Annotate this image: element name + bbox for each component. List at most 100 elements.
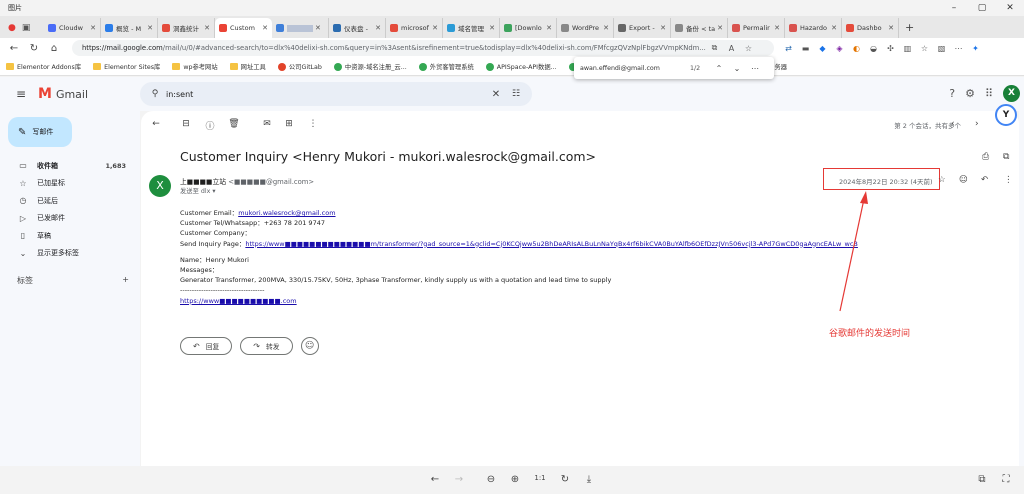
main-menu-icon[interactable]: ≡: [16, 87, 26, 101]
help-icon[interactable]: ?: [949, 87, 955, 100]
sidebar-item[interactable]: ▷ 已发邮件: [0, 210, 140, 228]
extension-icon[interactable]: ▬: [797, 44, 814, 53]
browser-tab[interactable]: 备份 < ta ✕: [671, 18, 728, 38]
close-tab-icon[interactable]: ✕: [375, 24, 381, 32]
tab-favicon-icon: [789, 24, 797, 32]
bookmark-item[interactable]: 网址工具: [229, 62, 266, 71]
close-tab-icon[interactable]: ✕: [603, 24, 609, 32]
browser-tab[interactable]: [Downlo ✕: [500, 18, 557, 38]
add-label-icon[interactable]: +: [122, 275, 129, 286]
close-tab-icon[interactable]: ✕: [147, 24, 153, 32]
rotate-icon[interactable]: ↻: [557, 474, 573, 485]
copilot-icon[interactable]: ✦: [967, 44, 984, 53]
back-icon[interactable]: ←: [4, 43, 24, 54]
bookmark-item[interactable]: Elementor Sites库: [93, 62, 160, 71]
more-icon[interactable]: ⋯: [950, 44, 967, 53]
extension-icon[interactable]: ◐: [848, 44, 865, 53]
home-icon[interactable]: ⌂: [44, 43, 64, 54]
tab-label: Dashbo: [857, 24, 882, 32]
search-input[interactable]: [166, 89, 486, 99]
gmail-logo[interactable]: M Gmail: [38, 86, 88, 102]
account-avatar[interactable]: X: [1003, 85, 1020, 102]
floating-extension-icon[interactable]: Y: [995, 104, 1017, 126]
close-tab-icon[interactable]: ✕: [888, 24, 894, 32]
favorites-icon[interactable]: ☆: [916, 44, 933, 53]
browser-tab[interactable]: Export - ✕: [614, 18, 671, 38]
favorite-star-icon[interactable]: ☆: [740, 44, 757, 53]
find-prev-icon[interactable]: ⌃: [710, 64, 728, 73]
close-tab-icon[interactable]: ✕: [489, 24, 495, 32]
close-tab-icon[interactable]: ✕: [660, 24, 666, 32]
fullscreen-icon[interactable]: ⛶: [998, 474, 1014, 485]
sidebar-item[interactable]: ▯ 草稿: [0, 227, 140, 245]
find-more-icon[interactable]: ⋯: [746, 64, 764, 73]
browser-tab[interactable]: ✕: [272, 18, 329, 38]
new-tab-icon[interactable]: +: [905, 18, 914, 38]
reload-icon[interactable]: ↻: [24, 43, 44, 54]
find-input[interactable]: awan.effendi@gmail.com: [580, 65, 690, 72]
previous-image-icon[interactable]: ←: [427, 474, 443, 485]
sidebar-item[interactable]: ◷ 已延后: [0, 192, 140, 210]
minimize-icon[interactable]: –: [940, 0, 968, 16]
browser-tab[interactable]: Permalir ✕: [728, 18, 785, 38]
search-options-icon[interactable]: ☷: [506, 89, 526, 99]
collections-icon[interactable]: ▧: [933, 44, 950, 53]
close-tab-icon[interactable]: ✕: [204, 24, 210, 32]
sidebar-item[interactable]: ▭ 收件箱 1,683: [0, 157, 140, 175]
browser-tab[interactable]: 概览 - M ✕: [101, 18, 158, 38]
next-image-icon[interactable]: →: [451, 474, 467, 485]
translate-extension-icon[interactable]: ⇄: [780, 44, 797, 53]
sidebar-item-label: 草稿: [37, 231, 51, 240]
close-tab-icon[interactable]: ✕: [315, 24, 321, 32]
clear-search-icon[interactable]: ✕: [486, 89, 506, 100]
zoom-in-icon[interactable]: ⊕: [507, 474, 523, 485]
bookmark-item[interactable]: 公司GitLab: [277, 62, 322, 71]
download-icon[interactable]: ⤓: [581, 474, 597, 485]
url-bar[interactable]: https://mail.google.com/mail/u/0/#advanc…: [72, 40, 774, 56]
maximize-icon[interactable]: ▢: [968, 0, 996, 16]
extension-icon[interactable]: ◒: [865, 44, 882, 53]
sidebar-item[interactable]: ☆ 已加星标: [0, 175, 140, 193]
copy-image-icon[interactable]: ⧉: [974, 474, 990, 485]
browser-tab[interactable]: microsof ✕: [386, 18, 443, 38]
bookmark-label: APISpace-API数据...: [496, 64, 557, 71]
extension-icon[interactable]: ◈: [831, 44, 848, 53]
browser-tab[interactable]: WordPre ✕: [557, 18, 614, 38]
bookmark-item[interactable]: APISpace-API数据...: [485, 62, 557, 71]
zoom-out-icon[interactable]: ⊖: [483, 474, 499, 485]
close-tab-icon[interactable]: ✕: [774, 24, 780, 32]
close-tab-icon[interactable]: ✕: [262, 24, 268, 32]
browser-tab[interactable]: 仪表盘 - ✕: [329, 18, 386, 38]
browser-tab[interactable]: Dashbo ✕: [842, 18, 899, 38]
split-screen-icon[interactable]: ▥: [899, 44, 916, 53]
close-tab-icon[interactable]: ✕: [546, 24, 552, 32]
text-size-icon[interactable]: A: [723, 44, 740, 53]
close-icon[interactable]: ✕: [996, 0, 1024, 16]
browser-tab[interactable]: 域名管理 ✕: [443, 18, 500, 38]
close-tab-icon[interactable]: ✕: [90, 24, 96, 32]
extension-icon[interactable]: ◆: [814, 44, 831, 53]
browser-tab[interactable]: Hazardo ✕: [785, 18, 842, 38]
close-tab-icon[interactable]: ✕: [831, 24, 837, 32]
bookmark-item[interactable]: 外贸客管理系统: [418, 62, 474, 71]
close-tab-icon[interactable]: ✕: [432, 24, 438, 32]
bookmark-item[interactable]: wp参考网站: [172, 62, 218, 71]
actual-size-icon[interactable]: 1:1: [532, 474, 548, 482]
tab-actions-icon[interactable]: ▣: [22, 23, 31, 33]
browser-tab[interactable]: Cloudw ✕: [44, 18, 101, 38]
browser-tab[interactable]: Custom ✕: [215, 18, 272, 38]
read-aloud-icon[interactable]: ⧉: [706, 43, 723, 53]
profile-icon[interactable]: ●: [8, 23, 16, 33]
close-tab-icon[interactable]: ✕: [717, 24, 723, 32]
settings-gear-icon[interactable]: ⚙: [965, 87, 975, 100]
browser-tab[interactable]: 洞鑫统计 ✕: [158, 18, 215, 38]
bookmark-item[interactable]: 中资源-域名注册_云...: [333, 62, 407, 71]
compose-button[interactable]: ✎ 写邮件: [8, 117, 72, 147]
find-next-icon[interactable]: ⌄: [728, 64, 746, 73]
send-icon: ▷: [19, 213, 27, 223]
apps-grid-icon[interactable]: ⠿: [985, 87, 993, 100]
sidebar-item[interactable]: ⌄ 显示更多标签: [0, 245, 140, 263]
bookmark-item[interactable]: Elementor Addons库: [6, 62, 81, 71]
search-icon[interactable]: ⚲: [144, 89, 166, 99]
extensions-puzzle-icon[interactable]: ✣: [882, 44, 899, 53]
